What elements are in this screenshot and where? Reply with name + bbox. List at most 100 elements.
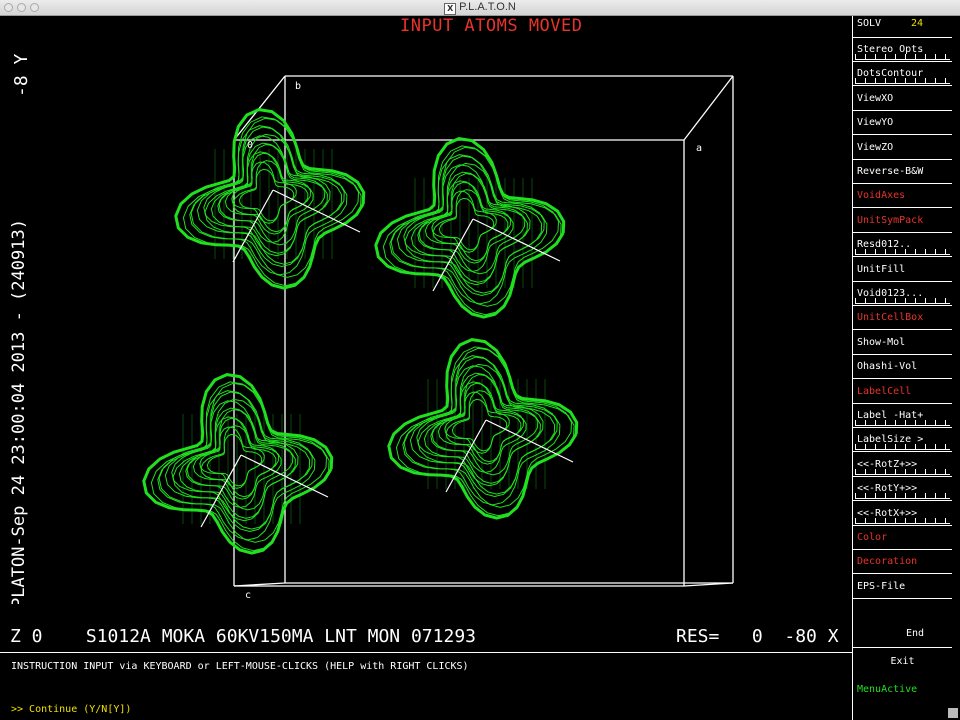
- slider-tick: [925, 54, 926, 59]
- menu-item-ohashi-vol[interactable]: Ohashi-Vol: [853, 355, 952, 380]
- menu-item-dotscontour[interactable]: DotsContour: [853, 62, 952, 87]
- slider-tick: [855, 249, 856, 255]
- slider-tick: [875, 249, 876, 255]
- slider-tick: [875, 493, 876, 499]
- void-surface-3: [142, 373, 334, 555]
- menu-item-slider[interactable]: [855, 298, 950, 304]
- slider-tick: [905, 468, 906, 474]
- axis-label-c: c: [245, 590, 252, 601]
- status-line-left: Z 0 S1012A MOKA 60KV150MA LNT MON 071293: [10, 626, 476, 647]
- solv-value: 24: [911, 18, 924, 29]
- menu-item-rotx[interactable]: <<-RotX+>>: [853, 502, 952, 526]
- slider-tick: [875, 468, 876, 474]
- slider-tick: [915, 249, 916, 255]
- menu-item-label: Reverse-B&W: [857, 166, 924, 177]
- slider-tick: [945, 517, 946, 523]
- menu-item-label: ViewZO: [857, 141, 894, 153]
- continue-prompt[interactable]: >> Continue (Y/N[Y]): [11, 704, 131, 715]
- menu-item-decoration[interactable]: Decoration: [853, 550, 952, 575]
- slider-tick: [855, 78, 856, 84]
- slider-tick: [915, 78, 916, 84]
- slider-tick: [895, 444, 896, 450]
- graphics-canvas[interactable]: -8 Y PLATON-Sep 24 23:00:04 2013 - (2409…: [0, 16, 852, 652]
- slider-tick: [865, 444, 866, 450]
- slider-tick: [905, 78, 906, 84]
- void-contour: [210, 142, 328, 254]
- menu-item-viewzo[interactable]: ViewZO: [853, 136, 952, 160]
- command-console[interactable]: INSTRUCTION INPUT via KEYBOARD or LEFT-M…: [0, 652, 852, 720]
- slider-tick: [855, 444, 856, 450]
- menu-item-reverse-b-w[interactable]: Reverse-B&W: [853, 160, 952, 184]
- menu-item-label: Show-Mol: [857, 336, 906, 348]
- menu-item-label: UnitSymPack: [857, 214, 924, 226]
- solv-header: SOLV 24: [853, 16, 952, 38]
- slider-tick: [925, 298, 926, 303]
- cell-box-edge: [683, 75, 734, 141]
- menu-item-rotz[interactable]: <<-RotZ+>>: [853, 453, 952, 477]
- slider-tick: [885, 493, 886, 499]
- slider-tick: [905, 420, 906, 425]
- menu-item-label: ViewYO: [857, 117, 894, 129]
- void-contour: [423, 372, 541, 484]
- x11-app-icon: X: [444, 3, 457, 15]
- slider-tick: [905, 54, 906, 59]
- menu-item-color[interactable]: Color: [853, 526, 952, 550]
- menu-item-stereo-opts[interactable]: Stereo Opts: [853, 38, 952, 62]
- slider-tick: [895, 517, 896, 523]
- menu-item-slider[interactable]: [855, 249, 950, 256]
- slider-tick: [945, 298, 946, 303]
- menu-item-label: ViewXO: [857, 92, 894, 104]
- menu-item-show-mol[interactable]: Show-Mol: [853, 331, 952, 355]
- slider-tick: [885, 298, 886, 303]
- slider-tick: [915, 298, 916, 303]
- axis-label-origin: 0: [247, 140, 254, 151]
- void-surface-2: [374, 137, 566, 319]
- menu-item-label: Decoration: [857, 556, 918, 568]
- menu-item-slider[interactable]: [855, 78, 950, 85]
- menu-item-labelsize[interactable]: LabelSize >: [853, 428, 952, 453]
- slider-tick: [935, 78, 936, 84]
- slider-tick: [925, 78, 926, 84]
- slider-tick: [925, 468, 926, 474]
- menu-item-resd012[interactable]: Resd012..: [853, 233, 952, 258]
- window-title: X P.L.A.T.O.N: [0, 1, 960, 15]
- window-resize-grip[interactable]: [948, 708, 958, 718]
- menu-item-viewxo[interactable]: ViewXO: [853, 87, 952, 111]
- vertical-caption: -8 Y PLATON-Sep 24 23:00:04 2013 - (2409…: [9, 53, 28, 604]
- menu-item-eps-file[interactable]: EPS-File: [853, 575, 952, 599]
- menu-item-slider[interactable]: [855, 420, 950, 426]
- menu-item-viewyo[interactable]: ViewYO: [853, 111, 952, 136]
- menu-item-unitfill[interactable]: UnitFill: [853, 258, 952, 282]
- slider-tick: [855, 517, 856, 523]
- menu-item-labelcell[interactable]: LabelCell: [853, 380, 952, 404]
- end-button[interactable]: End: [853, 622, 952, 648]
- vertical-axis-label: -8 Y: [11, 53, 28, 97]
- menu-item-unitsympack[interactable]: UnitSymPack: [853, 209, 952, 233]
- slider-tick: [935, 493, 936, 499]
- void-contour: [178, 407, 296, 519]
- menu-item-roty[interactable]: <<-RotY+>>: [853, 477, 952, 502]
- menu-item-voidaxes[interactable]: VoidAxes: [853, 184, 952, 209]
- menu-item-label: UnitFill: [857, 263, 906, 275]
- menu-item-unitcellbox[interactable]: UnitCellBox: [853, 306, 952, 331]
- slider-tick: [895, 249, 896, 255]
- slider-tick: [915, 517, 916, 523]
- slider-tick: [925, 517, 926, 523]
- slider-tick: [905, 298, 906, 303]
- void-surface-plot: [142, 75, 734, 587]
- status-line-right: RES= 0 -80 X: [676, 626, 839, 647]
- void-contour: [410, 171, 528, 283]
- menu-item-slider[interactable]: [855, 444, 950, 451]
- menu-item-slider[interactable]: [855, 54, 950, 60]
- slider-tick: [875, 420, 876, 425]
- slider-tick: [915, 54, 916, 59]
- menu-item-slider[interactable]: [855, 468, 950, 475]
- menu-item-void0123[interactable]: Void0123...: [853, 282, 952, 306]
- slider-tick: [945, 420, 946, 425]
- slider-tick: [865, 493, 866, 499]
- menu-item-slider[interactable]: [855, 517, 950, 524]
- menu-item-label-hat[interactable]: Label -Hat+: [853, 404, 952, 428]
- menu-item-slider[interactable]: [855, 493, 950, 500]
- slider-tick: [865, 78, 866, 84]
- exit-button[interactable]: Exit: [853, 656, 952, 667]
